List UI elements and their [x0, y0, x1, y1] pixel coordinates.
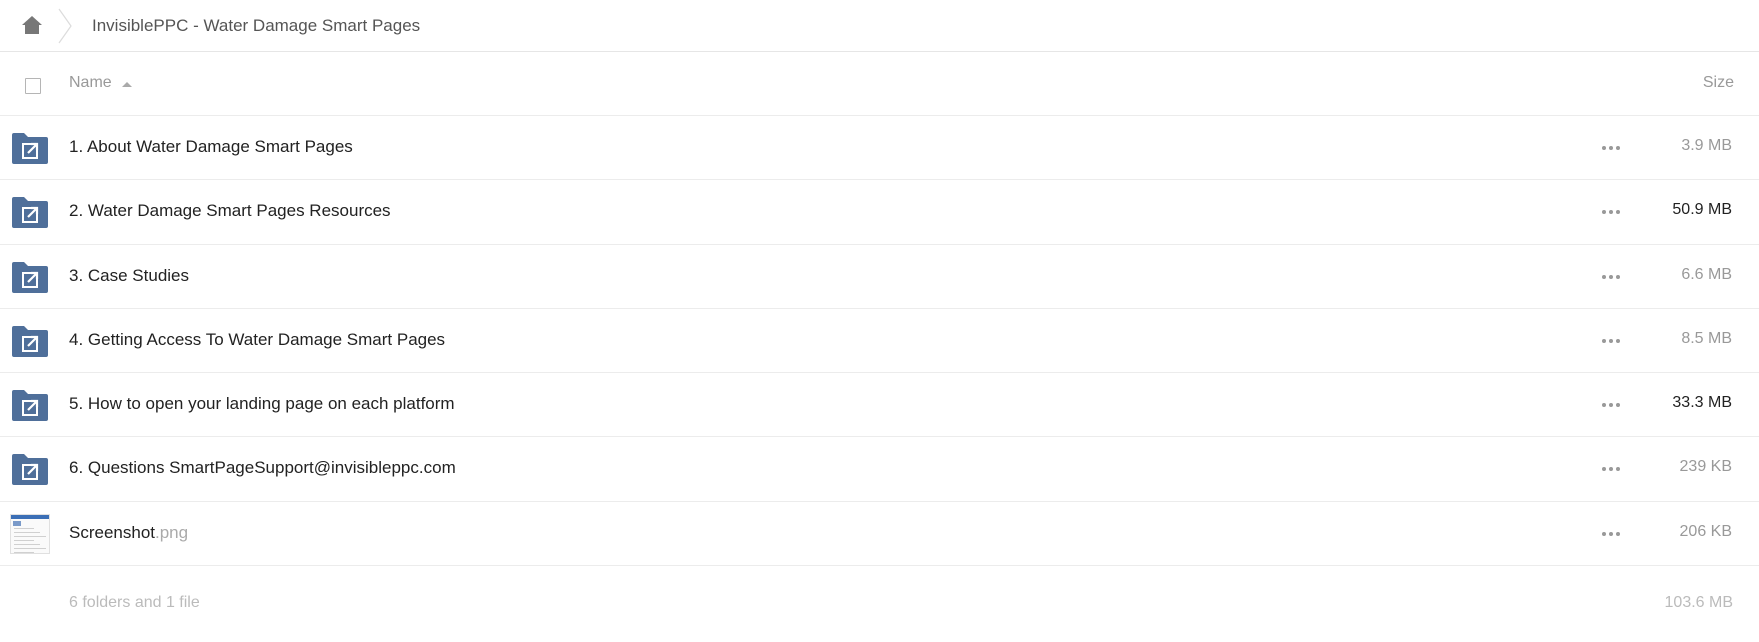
shared-folder-icon: [12, 132, 48, 164]
more-actions-icon[interactable]: [1600, 138, 1622, 158]
file-list: 1. About Water Damage Smart Pages 3.9 MB 2…: [0, 116, 1759, 567]
file-size: 8.5 MB: [1681, 329, 1732, 347]
file-name[interactable]: 2. Water Damage Smart Pages Resources: [69, 201, 391, 221]
breadcrumb-current-folder[interactable]: InvisiblePPC - Water Damage Smart Pages: [92, 16, 420, 36]
file-row[interactable]: 2. Water Damage Smart Pages Resources 50.…: [0, 180, 1759, 245]
file-name[interactable]: 5. How to open your landing page on each…: [69, 394, 455, 414]
file-name-base: Screenshot: [69, 522, 155, 542]
file-name-base: 3. Case Studies: [69, 265, 190, 285]
summary-count: 6 folders and 1 file: [69, 594, 200, 611]
shared-folder-icon: [12, 389, 48, 422]
more-actions-icon[interactable]: [1600, 395, 1622, 415]
file-row[interactable]: Screenshot.png 206 KB: [0, 502, 1759, 567]
file-row[interactable]: 1. About Water Damage Smart Pages 3.9 MB: [0, 116, 1759, 181]
more-actions-icon[interactable]: [1600, 331, 1622, 351]
select-all-checkbox[interactable]: [25, 78, 41, 94]
shared-folder-icon: [12, 453, 48, 486]
file-size: 206 KB: [1679, 522, 1732, 540]
more-actions-icon[interactable]: [1600, 202, 1622, 222]
file-row[interactable]: 4. Getting Access To Water Damage Smart …: [0, 309, 1759, 374]
more-actions-icon[interactable]: [1600, 524, 1622, 544]
breadcrumb: InvisiblePPC - Water Damage Smart Pages: [0, 0, 1759, 52]
summary-total-size: 103.6 MB: [1664, 594, 1733, 611]
shared-folder-icon: [12, 196, 48, 229]
shared-folder-icon: [12, 325, 48, 357]
file-list-header: Name Size: [0, 52, 1759, 116]
more-actions-icon[interactable]: [1600, 267, 1622, 287]
file-name-base: 5. How to open your landing page on each…: [69, 394, 455, 414]
file-name[interactable]: 1. About Water Damage Smart Pages: [69, 137, 353, 157]
file-extension: .png: [155, 522, 189, 542]
file-size: 50.9 MB: [1672, 201, 1732, 219]
image-thumbnail-icon: [10, 513, 50, 554]
file-row[interactable]: 5. How to open your landing page on each…: [0, 373, 1759, 438]
file-row[interactable]: 3. Case Studies 6.6 MB: [0, 245, 1759, 309]
file-name-base: 6. Questions SmartPageSupport@invisiblep…: [69, 458, 456, 478]
file-name[interactable]: 6. Questions SmartPageSupport@invisiblep…: [69, 458, 456, 478]
file-size: 33.3 MB: [1672, 394, 1732, 412]
file-name[interactable]: Screenshot.png: [69, 523, 188, 543]
breadcrumb-separator-icon: [57, 8, 73, 44]
file-name[interactable]: 3. Case Studies: [69, 266, 189, 286]
file-size: 6.6 MB: [1681, 265, 1732, 283]
name-column-label: Name: [69, 74, 112, 91]
file-size: 3.9 MB: [1681, 137, 1732, 154]
file-name-base: 1. About Water Damage Smart Pages: [69, 137, 353, 156]
more-actions-icon[interactable]: [1600, 459, 1622, 479]
file-size: 239 KB: [1679, 458, 1732, 476]
file-name-base: 4. Getting Access To Water Damage Smart …: [69, 329, 446, 349]
name-column-header[interactable]: Name: [69, 74, 132, 92]
file-list-summary: 6 folders and 1 file 103.6 MB: [0, 565, 1759, 642]
file-name[interactable]: 4. Getting Access To Water Damage Smart …: [69, 330, 445, 350]
home-icon[interactable]: [21, 15, 43, 35]
size-column-header[interactable]: Size: [1703, 74, 1734, 92]
file-row[interactable]: 6. Questions SmartPageSupport@invisiblep…: [0, 437, 1759, 502]
sort-ascending-icon: [121, 81, 132, 87]
shared-folder-icon: [12, 261, 48, 293]
file-name-base: 2. Water Damage Smart Pages Resources: [69, 201, 391, 221]
